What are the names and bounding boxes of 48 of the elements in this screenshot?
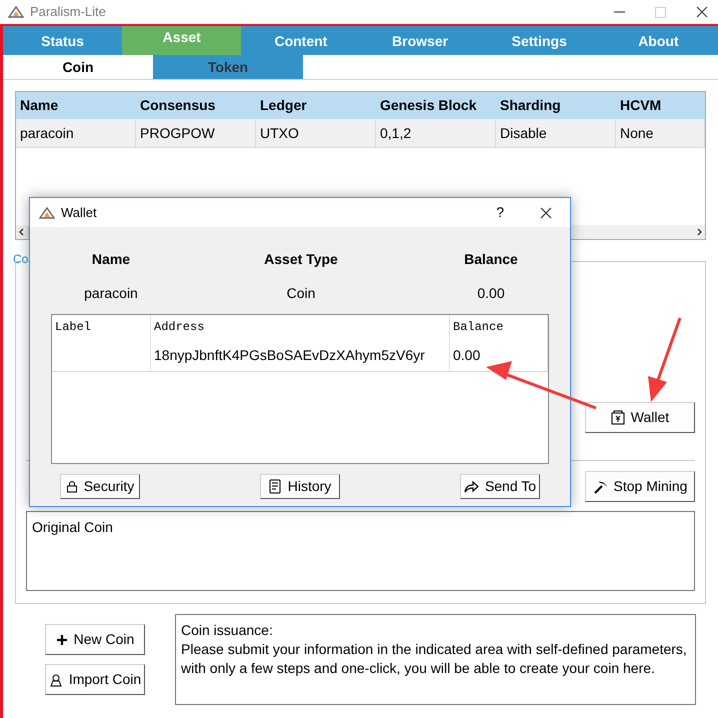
document-icon [268,479,282,494]
dialog-button[interactable]: Security [60,474,140,499]
minimize-icon[interactable] [614,11,625,13]
table-cell: 18nypJbnftK4PGsBoSAEvDzXAhym5zV6yr [151,340,450,371]
logo-icon [39,206,55,218]
summary-header: Asset Type [263,250,339,269]
plus-icon [56,634,68,646]
column-header: HCVM [619,96,662,115]
lock-icon [66,480,78,493]
column-header: Address [151,315,450,340]
table-cell: paracoin [16,119,136,147]
close-icon[interactable] [540,206,552,218]
dialog-button[interactable]: History [260,474,340,499]
column-header: Genesis Block [379,96,478,115]
help-button[interactable]: ? [496,202,504,223]
action-button[interactable]: Import Coin [45,664,145,695]
summary-value: 0.00 [476,284,506,303]
table-cell: 0,1,2 [376,119,496,147]
stop-mining-button[interactable]: Stop Mining [585,471,695,502]
table-cell: None [616,119,705,147]
column-header: Sharding [499,96,562,115]
logo-icon [8,6,24,18]
summary-header: Name [90,250,132,269]
table-cell: PROGPOW [136,119,256,147]
window-title: Paralism-Lite [30,3,106,22]
column-header: Label [52,315,151,340]
sub-tab[interactable]: Token [153,55,303,79]
dialog-button[interactable]: Send To [460,474,540,499]
column-header: Ledger [259,96,308,115]
share-arrow-icon [464,480,479,493]
column-header: Balance [450,315,548,340]
dialog-title: Wallet [61,204,97,222]
column-header: Name [19,96,60,115]
summary-value: Coin [286,284,316,303]
pickaxe-icon [592,480,608,494]
description-field[interactable]: Original Coin [26,511,695,591]
info-title: Coin issuance: [181,621,274,640]
table-cell: UTXO [256,119,376,147]
close-icon[interactable] [696,6,708,18]
summary-value: paracoin [83,284,139,303]
wallet-button[interactable]: Wallet [585,402,695,433]
info-text: Please submit your information in the indicated area with self-defined parameters, with only a few steps and one-click, you will be able to create your coin here. [181,640,688,678]
table-cell: Disable [496,119,616,147]
wallet-icon [610,410,625,425]
column-header: Consensus [139,96,216,115]
action-button[interactable]: New Coin [45,624,145,655]
user-icon [48,672,63,686]
summary-header: Balance [463,250,519,269]
